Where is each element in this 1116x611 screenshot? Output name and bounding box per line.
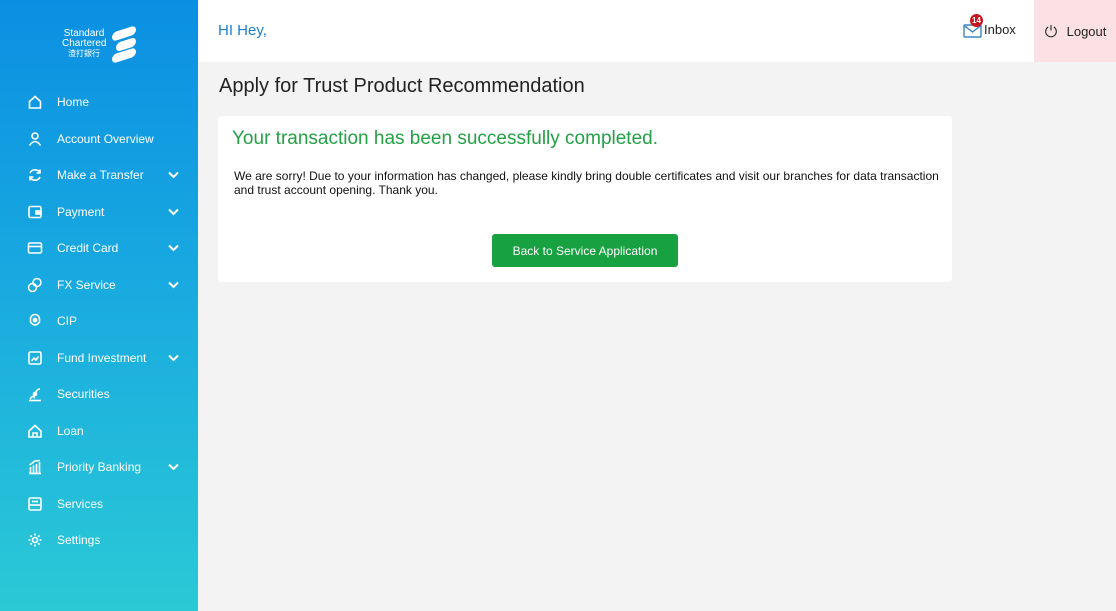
logout-button[interactable]: Logout (1034, 0, 1116, 62)
sidebar-item-priority-banking[interactable]: Priority Banking (0, 449, 198, 486)
top-header: HI Hey, 14 Inbox Logout (198, 0, 1116, 62)
sidebar-nav: Home Account Overview Make a Transfer Pa… (0, 84, 198, 559)
chevron-down-icon[interactable] (166, 244, 180, 252)
person-icon (27, 131, 43, 147)
mail-icon: 14 (963, 14, 983, 38)
logo-line-2: Chartered (62, 38, 107, 49)
sidebar-item-fund-investment[interactable]: Fund Investment (0, 340, 198, 377)
greeting-text: HI Hey, (218, 22, 267, 39)
loan-icon (27, 423, 43, 439)
sidebar-item-label: FX Service (57, 277, 116, 292)
sidebar-item-label: CIP (57, 314, 78, 329)
sidebar-item-label: Settings (57, 533, 101, 548)
sidebar-item-label: Make a Transfer (57, 168, 144, 183)
chevron-down-icon[interactable] (166, 463, 180, 471)
sidebar-item-label: Priority Banking (57, 460, 142, 475)
services-icon (27, 496, 43, 512)
home-icon (27, 94, 43, 110)
page-title: Apply for Trust Product Recommendation (219, 75, 585, 97)
sidebar-item-account-overview[interactable]: Account Overview (0, 121, 198, 158)
logo-mark-icon (112, 25, 138, 64)
logout-label: Logout (1066, 23, 1107, 39)
logo-text: Standard Chartered 渣打銀行 (62, 29, 106, 59)
sidebar-item-label: Securities (57, 387, 110, 402)
priority-banking-icon (27, 459, 43, 475)
fund-icon (27, 350, 43, 366)
gear-icon (27, 532, 43, 548)
transfer-icon (27, 167, 43, 183)
sidebar: Standard Chartered 渣打銀行 Home Account Ove… (0, 0, 198, 611)
securities-icon (27, 386, 43, 402)
sidebar-item-fx-service[interactable]: FX Service (0, 267, 198, 304)
chevron-down-icon[interactable] (166, 281, 180, 289)
fx-icon (27, 277, 43, 293)
sidebar-item-credit-card[interactable]: Credit Card (0, 230, 198, 267)
standard-chartered-logo[interactable]: Standard Chartered 渣打銀行 (62, 22, 142, 66)
back-to-service-application-button[interactable]: Back to Service Application (492, 234, 678, 267)
payment-icon (27, 204, 43, 220)
sidebar-item-securities[interactable]: Securities (0, 376, 198, 413)
inbox-label: Inbox (984, 21, 1016, 37)
sidebar-item-home[interactable]: Home (0, 84, 198, 121)
result-card: Your transaction has been successfully c… (218, 116, 952, 282)
sidebar-item-label: Home (57, 95, 90, 110)
inbox-badge: 14 (970, 14, 983, 27)
chevron-down-icon[interactable] (166, 208, 180, 216)
power-icon (1044, 25, 1057, 38)
sidebar-item-label: Credit Card (57, 241, 119, 256)
sidebar-item-label: Fund Investment (57, 350, 147, 365)
sidebar-item-services[interactable]: Services (0, 486, 198, 523)
chevron-down-icon[interactable] (166, 171, 180, 179)
sidebar-item-settings[interactable]: Settings (0, 522, 198, 559)
sidebar-item-loan[interactable]: Loan (0, 413, 198, 450)
success-title: Your transaction has been successfully c… (232, 128, 658, 149)
sidebar-item-make-a-transfer[interactable]: Make a Transfer (0, 157, 198, 194)
sidebar-item-label: Account Overview (57, 131, 154, 146)
credit-card-icon (27, 240, 43, 256)
sidebar-item-payment[interactable]: Payment (0, 194, 198, 231)
inbox-button[interactable]: 14 Inbox (963, 14, 1016, 38)
result-message: We are sorry! Due to your information ha… (234, 169, 939, 197)
sidebar-item-label: Loan (57, 423, 84, 438)
cip-icon (27, 313, 43, 329)
sidebar-item-label: Payment (57, 204, 105, 219)
sidebar-item-label: Services (57, 496, 104, 511)
logo-line-3: 渣打銀行 (68, 49, 100, 58)
sidebar-item-cip[interactable]: CIP (0, 303, 198, 340)
chevron-down-icon[interactable] (166, 354, 180, 362)
